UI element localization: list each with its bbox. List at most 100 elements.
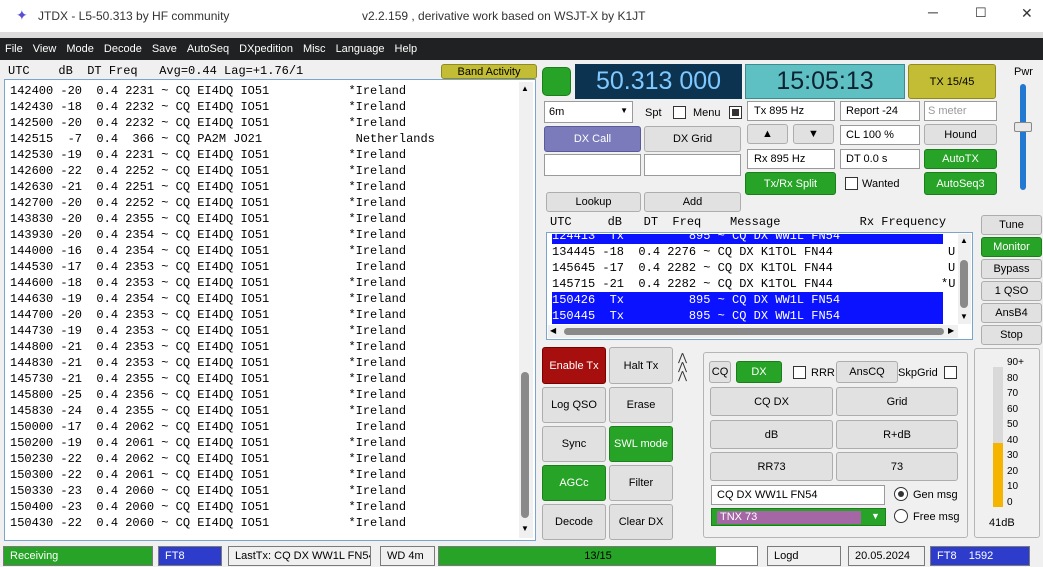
band-activity-row[interactable]: 144800 -21 0.4 2353 ~ CQ EI4DQ IO51 *Ire… (10, 339, 406, 355)
rx-hscrollbar[interactable]: ◀ ▶ (548, 325, 958, 338)
rx-frequency-row[interactable]: 150445 Tx 895 ~ CQ DX WW1L FN54 (552, 308, 943, 324)
dx-call-input[interactable] (544, 154, 641, 176)
rr73-button[interactable]: RR73 (710, 452, 833, 481)
band-activity-row[interactable]: 144530 -17 0.4 2353 ~ CQ EI4DQ IO51 Irel… (10, 259, 406, 275)
rx-frequency-row[interactable]: 134445 -18 0.4 2276 ~ CQ DX K1TOL FN44 (552, 244, 943, 260)
band-activity-button[interactable]: Band Activity (441, 64, 537, 79)
autoseq-button[interactable]: AutoSeq3 (924, 172, 997, 195)
add-button[interactable]: Add (644, 192, 741, 212)
rx-scroll-down-icon[interactable]: ▼ (960, 312, 968, 321)
dx-button[interactable]: DX (736, 361, 782, 383)
pwr-slider-track[interactable] (1020, 84, 1026, 190)
rx-frequency-row[interactable]: 150426 Tx 895 ~ CQ DX WW1L FN54 (552, 292, 943, 308)
free-msg-select[interactable]: TNX 73 ▼ (711, 508, 886, 526)
wanted-checkbox[interactable] (845, 177, 858, 190)
dx-call-button[interactable]: DX Call (544, 126, 641, 152)
close-icon[interactable]: ✕ (1021, 5, 1033, 22)
rx-freq-spinbox[interactable]: Rx 895 Hz (747, 149, 835, 169)
gen-msg-radio[interactable] (894, 487, 908, 501)
grid-button[interactable]: Grid (836, 387, 958, 416)
anscq-button[interactable]: AnsCQ (836, 361, 898, 383)
clear-dx-button[interactable]: Clear DX (609, 504, 673, 540)
tab-switch-icon[interactable]: ⋀ ⋀ ⋀ (678, 353, 698, 384)
dx-grid-input[interactable] (644, 154, 741, 176)
log-qso-button[interactable]: Log QSO (542, 387, 606, 423)
band-activity-scrollbar[interactable]: ▲ ▼ (519, 82, 533, 538)
band-select[interactable]: 6m ▼ (544, 101, 633, 123)
band-activity-row[interactable]: 144700 -20 0.4 2353 ~ CQ EI4DQ IO51 *Ire… (10, 307, 406, 323)
rrr-checkbox[interactable] (793, 366, 806, 379)
rx-scroll-left-icon[interactable]: ◀ (550, 326, 556, 335)
db-button[interactable]: dB (710, 420, 833, 449)
autotx-button[interactable]: AutoTX (924, 149, 997, 169)
stop-button[interactable]: Stop (981, 325, 1042, 345)
cq-button[interactable]: CQ (709, 361, 731, 383)
erase-button[interactable]: Erase (609, 387, 673, 423)
menu-mode[interactable]: Mode (61, 43, 99, 55)
band-activity-row[interactable]: 143830 -20 0.4 2355 ~ CQ EI4DQ IO51 *Ire… (10, 211, 406, 227)
lookup-button[interactable]: Lookup (546, 192, 641, 212)
band-activity-row[interactable]: 142700 -20 0.4 2252 ~ CQ EI4DQ IO51 *Ire… (10, 195, 406, 211)
cq-dx-button[interactable]: CQ DX (710, 387, 833, 416)
band-activity-row[interactable]: 142630 -21 0.4 2251 ~ CQ EI4DQ IO51 *Ire… (10, 179, 406, 195)
tx-message-input[interactable]: CQ DX WW1L FN54 (711, 485, 885, 505)
band-activity-row[interactable]: 142600 -22 0.4 2252 ~ CQ EI4DQ IO51 *Ire… (10, 163, 406, 179)
skpgrid-checkbox[interactable] (944, 366, 957, 379)
band-activity-row[interactable]: 150300 -22 0.4 2061 ~ CQ EI4DQ IO51 *Ire… (10, 467, 406, 483)
menu-dxpedition[interactable]: DXpedition (234, 43, 298, 55)
menu-view[interactable]: View (28, 43, 62, 55)
menu-help[interactable]: Help (390, 43, 423, 55)
band-activity-row[interactable]: 144600 -18 0.4 2353 ~ CQ EI4DQ IO51 *Ire… (10, 275, 406, 291)
swl-mode-button[interactable]: SWL mode (609, 426, 673, 462)
tune-button[interactable]: Tune (981, 215, 1042, 235)
agcc-button[interactable]: AGCc (542, 465, 606, 501)
menu-file[interactable]: File (0, 43, 28, 55)
menu-misc[interactable]: Misc (298, 43, 331, 55)
free-msg-radio[interactable] (894, 509, 908, 523)
band-activity-row[interactable]: 145800 -25 0.4 2356 ~ CQ EI4DQ IO51 *Ire… (10, 387, 406, 403)
band-activity-row[interactable]: 142530 -19 0.4 2231 ~ CQ EI4DQ IO51 *Ire… (10, 147, 406, 163)
rx-frequency-row[interactable]: 145645 -17 0.4 2282 ~ CQ DX K1TOL FN44 (552, 260, 943, 276)
cl-spinbox[interactable]: CL 100 % (840, 125, 920, 145)
band-activity-row[interactable]: 143930 -20 0.4 2354 ~ CQ EI4DQ IO51 *Ire… (10, 227, 406, 243)
band-activity-row[interactable]: 144000 -16 0.4 2354 ~ CQ EI4DQ IO51 *Ire… (10, 243, 406, 259)
band-activity-row[interactable]: 150400 -23 0.4 2060 ~ CQ EI4DQ IO51 *Ire… (10, 499, 406, 515)
freq-up-button[interactable]: ▲ (747, 124, 788, 144)
band-activity-row[interactable]: 145730 -21 0.4 2355 ~ CQ EI4DQ IO51 *Ire… (10, 371, 406, 387)
filter-button[interactable]: Filter (609, 465, 673, 501)
menu-autoseq[interactable]: AutoSeq (182, 43, 234, 55)
band-activity-row[interactable]: 150330 -23 0.4 2060 ~ CQ EI4DQ IO51 *Ire… (10, 483, 406, 499)
spt-checkbox[interactable] (673, 106, 686, 119)
pwr-slider-handle[interactable] (1014, 122, 1032, 132)
scroll-down-icon[interactable]: ▼ (521, 524, 529, 533)
report-spinbox[interactable]: Report -24 (840, 101, 920, 121)
menu-language[interactable]: Language (331, 43, 390, 55)
band-activity-row[interactable]: 144730 -19 0.4 2353 ~ CQ EI4DQ IO51 *Ire… (10, 323, 406, 339)
band-activity-row[interactable]: 144630 -19 0.4 2354 ~ CQ EI4DQ IO51 *Ire… (10, 291, 406, 307)
rx-scroll-right-icon[interactable]: ▶ (948, 326, 954, 335)
band-activity-row[interactable]: 150430 -22 0.4 2060 ~ CQ EI4DQ IO51 *Ire… (10, 515, 406, 531)
menu-decode[interactable]: Decode (99, 43, 147, 55)
band-activity-row[interactable]: 144830 -21 0.4 2353 ~ CQ EI4DQ IO51 *Ire… (10, 355, 406, 371)
hound-button[interactable]: Hound (924, 124, 997, 145)
menu-checkbox[interactable] (729, 106, 742, 119)
rx-hscroll-thumb[interactable] (564, 328, 944, 335)
dx-grid-button[interactable]: DX Grid (644, 126, 741, 152)
rx-scrollbar[interactable]: ▲ ▼ (958, 234, 971, 324)
73-button[interactable]: 73 (836, 452, 958, 481)
scroll-thumb[interactable] (521, 372, 529, 518)
menu-save[interactable]: Save (147, 43, 182, 55)
band-activity-row[interactable]: 145830 -24 0.4 2355 ~ CQ EI4DQ IO51 *Ire… (10, 403, 406, 419)
band-activity-row[interactable]: 150200 -19 0.4 2061 ~ CQ EI4DQ IO51 *Ire… (10, 435, 406, 451)
freq-down-button[interactable]: ▼ (793, 124, 834, 144)
halt-tx-button[interactable]: Halt Tx (609, 347, 673, 384)
one-qso-button[interactable]: 1 QSO (981, 281, 1042, 301)
rx-frequency-row[interactable]: 124413 Tx 895 ~ CQ DX WW1L FN54 (552, 234, 943, 244)
tx-rx-split-button[interactable]: Tx/Rx Split (745, 172, 836, 195)
rx-scroll-up-icon[interactable]: ▲ (960, 236, 968, 245)
bypass-button[interactable]: Bypass (981, 259, 1042, 279)
maximize-icon[interactable]: ☐ (975, 5, 987, 21)
rx-frequency-row[interactable]: 145715 -21 0.4 2282 ~ CQ DX K1TOL FN44 (552, 276, 943, 292)
r-db-button[interactable]: R+dB (836, 420, 958, 449)
band-activity-row[interactable]: 150230 -22 0.4 2062 ~ CQ EI4DQ IO51 *Ire… (10, 451, 406, 467)
